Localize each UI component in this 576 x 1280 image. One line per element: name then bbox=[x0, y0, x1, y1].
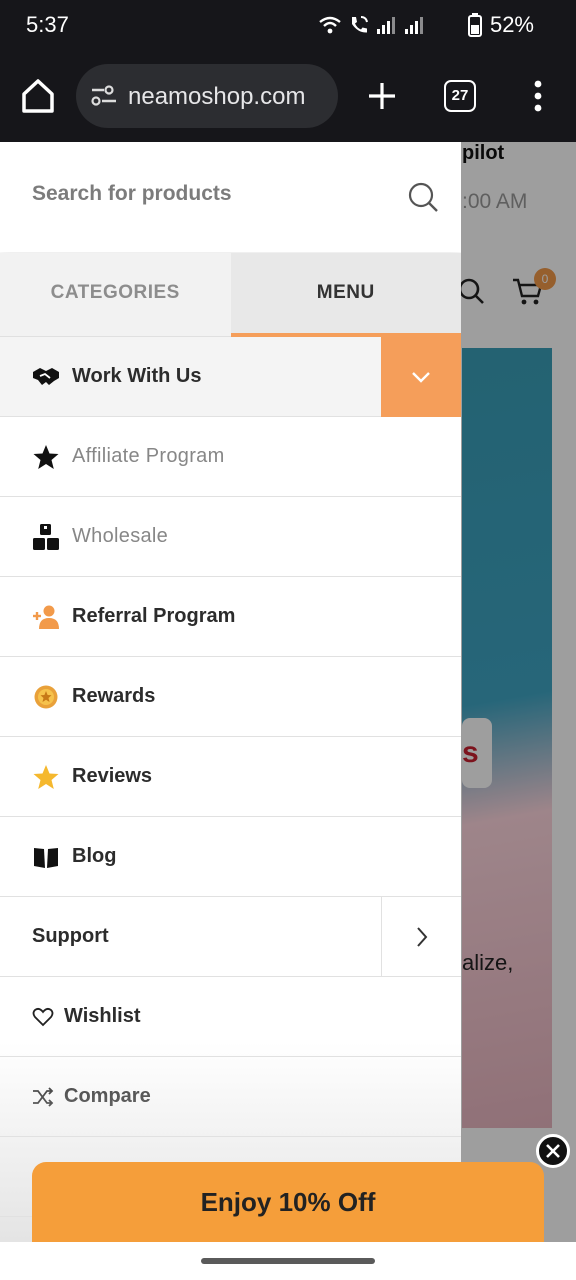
boxes-icon bbox=[33, 524, 59, 550]
menu-item-label: Wishlist bbox=[64, 1005, 141, 1027]
tabs-count-button[interactable]: 27 bbox=[444, 80, 476, 112]
star-icon bbox=[33, 445, 59, 469]
tab-menu[interactable]: MENU bbox=[230, 253, 461, 337]
menu-item-wholesale[interactable]: Wholesale bbox=[0, 497, 461, 577]
tab-categories[interactable]: CATEGORIES bbox=[0, 253, 231, 337]
battery-group: 52% bbox=[467, 12, 534, 38]
shuffle-icon bbox=[33, 1087, 54, 1107]
close-icon[interactable] bbox=[536, 1134, 570, 1168]
drawer-tabs: CATEGORIES MENU bbox=[0, 253, 461, 337]
search-icon[interactable] bbox=[406, 180, 440, 214]
search-box bbox=[0, 142, 461, 252]
home-icon[interactable] bbox=[18, 76, 58, 116]
menu-item-wishlist[interactable]: Wishlist bbox=[0, 977, 461, 1057]
search-input[interactable] bbox=[32, 182, 372, 206]
menu-item-label: Support bbox=[32, 925, 109, 947]
menu-item-reviews[interactable]: Reviews bbox=[0, 737, 461, 817]
menu-item-affiliate-program[interactable]: Affiliate Program bbox=[0, 417, 461, 497]
side-drawer: CATEGORIES MENU Work With Us Affiliate P… bbox=[0, 142, 461, 1242]
drawer-overlay[interactable] bbox=[461, 142, 576, 1242]
close-glyph bbox=[546, 1144, 560, 1158]
more-vert-icon[interactable] bbox=[524, 78, 552, 114]
wifi-call-icon bbox=[352, 16, 368, 33]
battery-percent: 52% bbox=[489, 12, 534, 37]
url-text: neamoshop.com bbox=[128, 83, 306, 110]
wifi-icon bbox=[319, 16, 341, 34]
menu-item-label: Rewards bbox=[72, 685, 156, 707]
menu-list: Work With Us Affiliate Program Wholesale… bbox=[0, 337, 461, 1217]
status-bar: 5:37 52% bbox=[0, 0, 576, 52]
menu-item-support[interactable]: Support bbox=[0, 897, 461, 977]
plus-icon[interactable] bbox=[364, 78, 400, 114]
menu-item-label: Reviews bbox=[72, 765, 153, 787]
chevron-right-icon bbox=[417, 927, 428, 947]
book-icon bbox=[34, 848, 58, 868]
menu-item-blog[interactable]: Blog bbox=[0, 817, 461, 897]
menu-item-label: Wholesale bbox=[72, 525, 169, 547]
menu-item-work-with-us[interactable]: Work With Us bbox=[0, 337, 461, 417]
star-icon bbox=[33, 765, 59, 789]
menu-item-label: Blog bbox=[72, 845, 117, 867]
promo-button[interactable]: Enjoy 10% Off bbox=[32, 1162, 544, 1242]
menu-item-referral-program[interactable]: Referral Program bbox=[0, 577, 461, 657]
add-user-icon bbox=[33, 605, 59, 629]
status-time: 5:37 bbox=[26, 12, 69, 37]
battery-icon bbox=[467, 13, 482, 37]
system-nav-bar bbox=[0, 1242, 576, 1280]
url-bar[interactable]: neamoshop.com bbox=[76, 64, 338, 128]
heart-icon bbox=[32, 1007, 54, 1027]
chevron-down-icon bbox=[412, 372, 430, 383]
expand-toggle-button[interactable] bbox=[381, 337, 461, 417]
menu-item-rewards[interactable]: Rewards bbox=[0, 657, 461, 737]
menu-item-label: Work With Us bbox=[72, 365, 202, 387]
signal-icon bbox=[405, 17, 423, 34]
submenu-toggle-button[interactable] bbox=[381, 897, 461, 977]
menu-item-label: Compare bbox=[64, 1085, 151, 1107]
browser-toolbar: neamoshop.com 27 bbox=[0, 52, 576, 142]
menu-item-compare[interactable]: Compare bbox=[0, 1057, 461, 1137]
site-settings-icon[interactable] bbox=[90, 84, 118, 108]
menu-item-label: Affiliate Program bbox=[72, 445, 225, 467]
signal-icon bbox=[377, 17, 395, 34]
coin-icon bbox=[34, 685, 58, 709]
handshake-icon bbox=[33, 368, 59, 385]
status-icons bbox=[318, 14, 426, 36]
menu-item-label: Referral Program bbox=[72, 605, 236, 627]
gesture-handle[interactable] bbox=[201, 1258, 375, 1264]
